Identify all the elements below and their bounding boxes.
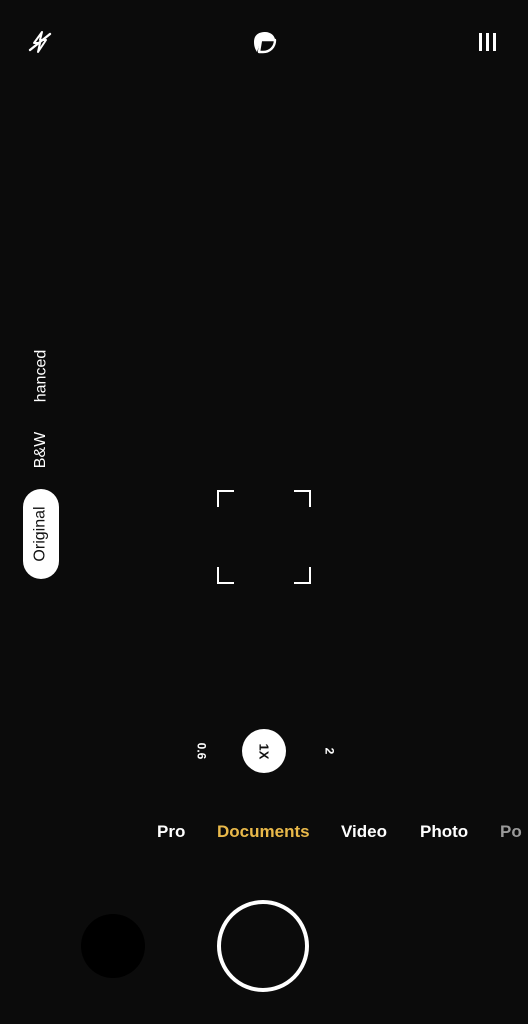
zoom-2-button[interactable]: 2 bbox=[314, 728, 344, 774]
filter-bw-label: B&W bbox=[32, 431, 50, 469]
mode-portrait[interactable]: Po bbox=[500, 822, 522, 842]
shutter-button[interactable] bbox=[217, 900, 309, 992]
mode-documents[interactable]: Documents bbox=[217, 822, 310, 842]
mode-photo[interactable]: Photo bbox=[420, 822, 468, 842]
zoom-2-label: 2 bbox=[322, 747, 336, 755]
lens-switch-icon[interactable] bbox=[246, 28, 282, 56]
filter-enhanced[interactable]: hanced bbox=[23, 330, 59, 410]
focus-frame bbox=[217, 490, 311, 584]
mode-video[interactable]: Video bbox=[341, 822, 387, 842]
mode-carousel: Pro Documents Video Photo Po bbox=[0, 818, 528, 848]
zoom-0-6-button[interactable]: 0.6 bbox=[186, 728, 216, 774]
mode-pro[interactable]: Pro bbox=[157, 822, 185, 842]
filter-original-label: Original bbox=[32, 506, 50, 562]
filter-original[interactable]: Original bbox=[23, 489, 59, 579]
zoom-1x-button[interactable]: 1X bbox=[242, 729, 286, 773]
filter-enhanced-label: hanced bbox=[32, 349, 49, 403]
zoom-0-6-label: 0.6 bbox=[194, 742, 208, 760]
menu-icon[interactable] bbox=[470, 26, 506, 58]
filter-bw[interactable]: B&W bbox=[23, 420, 59, 480]
gallery-thumbnail[interactable] bbox=[81, 914, 145, 978]
zoom-1x-label: 1X bbox=[256, 743, 272, 759]
flash-off-icon[interactable] bbox=[22, 28, 58, 56]
top-bar bbox=[0, 0, 528, 90]
